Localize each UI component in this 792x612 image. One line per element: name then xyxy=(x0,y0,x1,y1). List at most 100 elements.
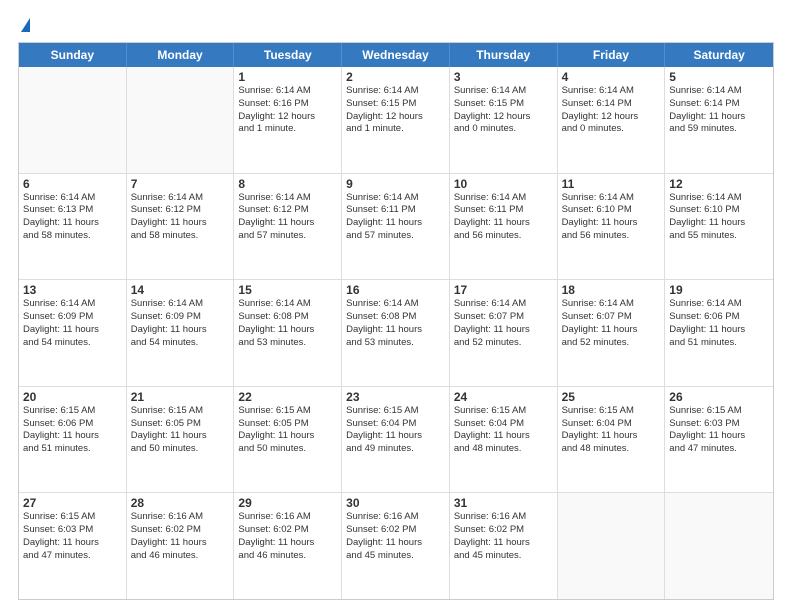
cell-info-line: Sunrise: 6:15 AM xyxy=(669,405,769,418)
day-number: 22 xyxy=(238,390,337,404)
cell-info-line: Sunset: 6:02 PM xyxy=(131,524,230,537)
calendar-cell: 20Sunrise: 6:15 AMSunset: 6:06 PMDayligh… xyxy=(19,387,127,493)
day-number: 8 xyxy=(238,177,337,191)
calendar-cell: 16Sunrise: 6:14 AMSunset: 6:08 PMDayligh… xyxy=(342,280,450,386)
cell-info-line: Sunrise: 6:15 AM xyxy=(238,405,337,418)
cell-info-line: Sunset: 6:06 PM xyxy=(669,311,769,324)
calendar-cell: 18Sunrise: 6:14 AMSunset: 6:07 PMDayligh… xyxy=(558,280,666,386)
calendar-cell xyxy=(19,67,127,173)
day-number: 27 xyxy=(23,496,122,510)
cell-info-line: and 49 minutes. xyxy=(346,443,445,456)
cell-info-line: Daylight: 11 hours xyxy=(23,430,122,443)
calendar: SundayMondayTuesdayWednesdayThursdayFrid… xyxy=(18,42,774,600)
header-day-friday: Friday xyxy=(558,43,666,67)
cell-info-line: Sunset: 6:02 PM xyxy=(454,524,553,537)
day-number: 6 xyxy=(23,177,122,191)
cell-info-line: Daylight: 11 hours xyxy=(131,217,230,230)
cell-info-line: Daylight: 11 hours xyxy=(669,111,769,124)
cell-info-line: Sunset: 6:03 PM xyxy=(23,524,122,537)
calendar-week-3: 13 Sunrise: 6:14 AM Sunset: 6:09 PM Dayligh… xyxy=(19,280,773,387)
cell-info-line: Daylight: 11 hours xyxy=(562,430,661,443)
calendar-cell xyxy=(665,493,773,599)
cell-info-line: Sunset: 6:04 PM xyxy=(346,418,445,431)
cell-info-line: Sunset: 6:16 PM xyxy=(238,98,337,111)
logo xyxy=(18,18,30,32)
cell-info-line: Daylight: 11 hours xyxy=(23,217,122,230)
cell-info-line: Sunset: 6:09 PM xyxy=(23,311,122,324)
cell-info-line: and 51 minutes. xyxy=(23,443,122,456)
cell-info-line: and 58 minutes. xyxy=(131,230,230,243)
cell-info-line: Sunset: 6:14 PM xyxy=(562,98,661,111)
cell-info-line: and 53 minutes. xyxy=(346,337,445,350)
cell-info-line: Sunrise: 6:14 AM xyxy=(454,85,553,98)
cell-info-line: Sunrise: 6:14 AM xyxy=(562,85,661,98)
calendar-week-5: 27Sunrise: 6:15 AMSunset: 6:03 PMDayligh… xyxy=(19,493,773,599)
day-number: 20 xyxy=(23,390,122,404)
cell-info-line: Daylight: 11 hours xyxy=(346,537,445,550)
cell-info-line: Daylight: 11 hours xyxy=(562,324,661,337)
header-day-tuesday: Tuesday xyxy=(234,43,342,67)
cell-info-line: Daylight: 11 hours xyxy=(454,324,553,337)
cell-info-line: Daylight: 11 hours xyxy=(454,537,553,550)
cell-info-line: Sunset: 6:02 PM xyxy=(238,524,337,537)
cell-info-line: Sunset: 6:14 PM xyxy=(669,98,769,111)
cell-info-line: Daylight: 11 hours xyxy=(346,217,445,230)
day-number: 5 xyxy=(669,70,769,84)
calendar-week-1: 1Sunrise: 6:14 AMSunset: 6:16 PMDaylight… xyxy=(19,67,773,174)
cell-info-line: Sunset: 6:15 PM xyxy=(454,98,553,111)
calendar-cell: 7Sunrise: 6:14 AMSunset: 6:12 PMDaylight… xyxy=(127,174,235,280)
cell-info-line: Sunrise: 6:14 AM xyxy=(454,192,553,205)
header-day-saturday: Saturday xyxy=(665,43,773,67)
cell-info-line: Sunrise: 6:16 AM xyxy=(454,511,553,524)
calendar-cell: 30Sunrise: 6:16 AMSunset: 6:02 PMDayligh… xyxy=(342,493,450,599)
day-number: 16 xyxy=(346,283,445,297)
cell-info-line: Sunrise: 6:14 AM xyxy=(346,192,445,205)
day-number: 11 xyxy=(562,177,661,191)
cell-info-line: Sunset: 6:07 PM xyxy=(454,311,553,324)
cell-info-line: Sunset: 6:04 PM xyxy=(454,418,553,431)
cell-info-line: and 50 minutes. xyxy=(238,443,337,456)
cell-info-line: and 57 minutes. xyxy=(346,230,445,243)
calendar-cell: 1Sunrise: 6:14 AMSunset: 6:16 PMDaylight… xyxy=(234,67,342,173)
cell-info-line: Sunset: 6:12 PM xyxy=(131,204,230,217)
calendar-week-2: 6Sunrise: 6:14 AMSunset: 6:13 PMDaylight… xyxy=(19,174,773,281)
cell-info-line: and 1 minute. xyxy=(346,123,445,136)
cell-info-line: Sunset: 6:04 PM xyxy=(562,418,661,431)
cell-info-line: Sunset: 6:08 PM xyxy=(238,311,337,324)
cell-info-line: Sunrise: 6:14 AM xyxy=(23,192,122,205)
day-number: 15 xyxy=(238,283,337,297)
cell-info-line: Daylight: 11 hours xyxy=(454,430,553,443)
cell-info-line: Daylight: 12 hours xyxy=(562,111,661,124)
day-number: 31 xyxy=(454,496,553,510)
day-number: 18 xyxy=(562,283,661,297)
cell-info-line: Daylight: 11 hours xyxy=(238,537,337,550)
cell-info-line: Daylight: 11 hours xyxy=(669,324,769,337)
calendar-cell: 15Sunrise: 6:14 AMSunset: 6:08 PMDayligh… xyxy=(234,280,342,386)
cell-info-line: and 54 minutes. xyxy=(131,337,230,350)
cell-info-line: and 45 minutes. xyxy=(346,550,445,563)
cell-info-line: Sunset: 6:10 PM xyxy=(669,204,769,217)
calendar-cell: 4Sunrise: 6:14 AMSunset: 6:14 PMDaylight… xyxy=(558,67,666,173)
calendar-cell: 2Sunrise: 6:14 AMSunset: 6:15 PMDaylight… xyxy=(342,67,450,173)
calendar-cell: 17Sunrise: 6:14 AMSunset: 6:07 PMDayligh… xyxy=(450,280,558,386)
calendar-cell: 24Sunrise: 6:15 AMSunset: 6:04 PMDayligh… xyxy=(450,387,558,493)
calendar-cell: 23Sunrise: 6:15 AMSunset: 6:04 PMDayligh… xyxy=(342,387,450,493)
day-number: 10 xyxy=(454,177,553,191)
cell-info-line: and 52 minutes. xyxy=(454,337,553,350)
day-number: 7 xyxy=(131,177,230,191)
cell-info-line: Sunrise: 6:15 AM xyxy=(562,405,661,418)
cell-info-line: Sunset: 6:05 PM xyxy=(238,418,337,431)
cell-info-line: and 53 minutes. xyxy=(238,337,337,350)
header xyxy=(18,18,774,32)
cell-info-line: Sunrise: 6:14 AM xyxy=(562,298,661,311)
calendar-cell: 10Sunrise: 6:14 AMSunset: 6:11 PMDayligh… xyxy=(450,174,558,280)
cell-info-line: Sunrise: 6:14 AM xyxy=(238,298,337,311)
calendar-cell: 25Sunrise: 6:15 AMSunset: 6:04 PMDayligh… xyxy=(558,387,666,493)
day-number: 13 xyxy=(23,283,122,297)
day-number: 3 xyxy=(454,70,553,84)
cell-info-line: Sunset: 6:15 PM xyxy=(346,98,445,111)
cell-info-line: Sunrise: 6:14 AM xyxy=(346,298,445,311)
cell-info-line: Daylight: 11 hours xyxy=(131,430,230,443)
header-day-sunday: Sunday xyxy=(19,43,127,67)
cell-info-line: Sunset: 6:06 PM xyxy=(23,418,122,431)
